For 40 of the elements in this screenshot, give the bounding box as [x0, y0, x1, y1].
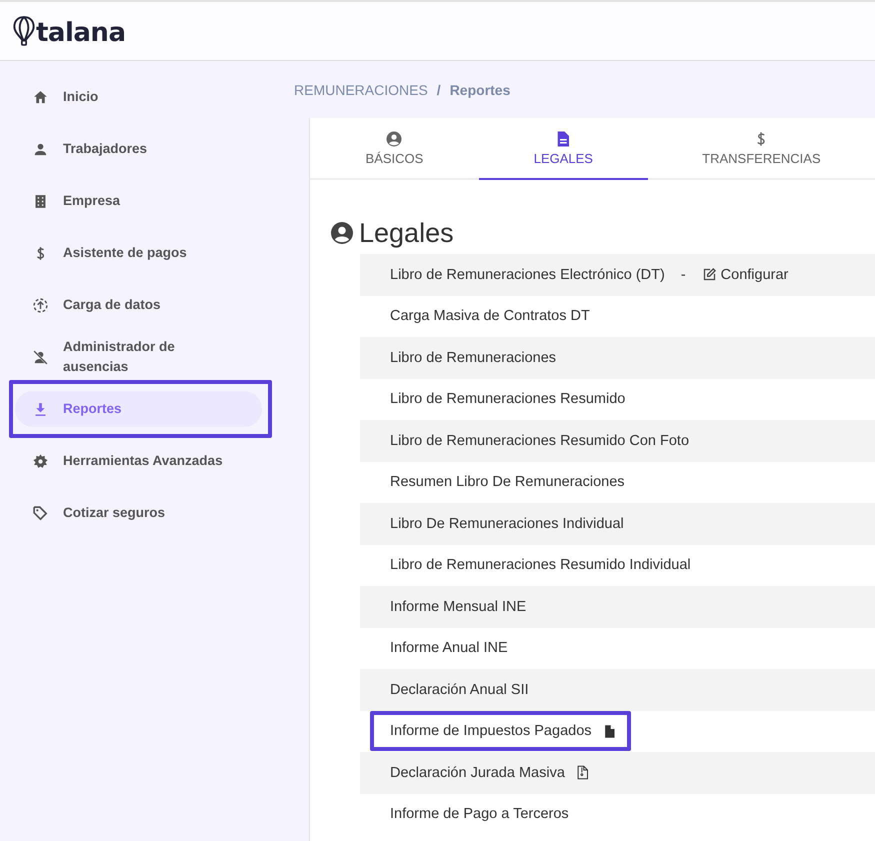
sidebar-item[interactable]: Administrador de ausencias [15, 339, 262, 375]
logo-text: talana [36, 20, 126, 46]
report-link[interactable]: Informe de Impuestos Pagados [390, 723, 592, 740]
sidebar-item[interactable]: Empresa [15, 183, 262, 219]
report-link[interactable]: Informe Mensual INE [390, 598, 526, 615]
upload-icon [32, 296, 49, 314]
tab[interactable]: BÁSICOS [310, 118, 479, 180]
gear-icon [32, 452, 49, 470]
report-link[interactable]: Informe Anual INE [390, 640, 508, 656]
sidebar-item[interactable]: Carga de datos [15, 287, 262, 323]
section-title: Legales [359, 218, 454, 248]
sidebar-item[interactable]: Trabajadores [15, 131, 262, 167]
report-link[interactable]: Resumen Libro De Remuneraciones [390, 474, 625, 490]
report-link[interactable]: Libro de Remuneraciones Resumido Individual [390, 557, 691, 574]
report-link[interactable]: Carga Masiva de Contratos DT [390, 308, 590, 324]
separator-dash: - [680, 266, 686, 283]
configure-link[interactable]: Configurar [702, 266, 788, 283]
edit-icon [702, 267, 717, 282]
report-link[interactable]: Libro de Remuneraciones Resumido [390, 391, 626, 408]
sidebar-item[interactable]: Cotizar seguros [15, 495, 262, 531]
report-link[interactable]: Libro de Remuneraciones [390, 350, 556, 366]
report-link[interactable]: Libro De Remuneraciones Individual [390, 516, 624, 532]
report-link[interactable]: Declaración Anual SII [390, 682, 529, 698]
home-icon [32, 88, 49, 106]
user-circle-icon [330, 221, 354, 245]
tag-icon [32, 504, 49, 522]
person-off-icon [32, 348, 49, 366]
breadcrumb-current: Reportes [450, 82, 510, 98]
report-link[interactable]: Libro de Remuneraciones Electrónico (DT) [390, 266, 665, 283]
sidebar-item[interactable]: Herramientas Avanzadas [15, 443, 262, 479]
user-circle-icon [385, 130, 404, 148]
report-link[interactable]: Declaración Jurada Masiva [390, 764, 565, 781]
breadcrumb-separator: / [436, 82, 441, 98]
tab[interactable]: LEGALES [478, 118, 648, 180]
tab[interactable]: TRANSFERENCIAS [648, 118, 875, 180]
sidebar-item[interactable]: Inicio [15, 79, 262, 115]
balloon-icon [13, 16, 35, 46]
report-link[interactable]: Informe de Pago a Terceros [390, 806, 569, 822]
sidebar-item[interactable]: Asistente de pagos [15, 235, 262, 271]
zip-file-icon[interactable] [574, 765, 590, 780]
